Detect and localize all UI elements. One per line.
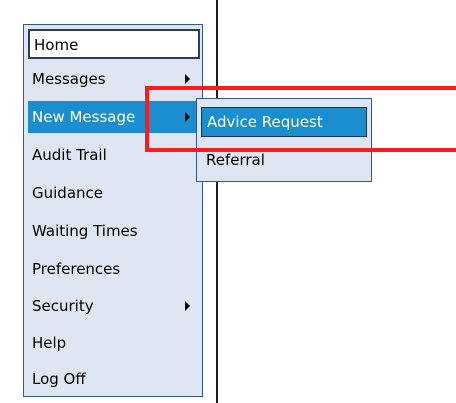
menu-item-security[interactable]: Security: [28, 290, 200, 322]
menu-item-label: Home: [34, 36, 79, 54]
submenu-item-label: Referral: [206, 151, 265, 169]
menu-item-preferences[interactable]: Preferences: [28, 253, 200, 285]
menu-item-waiting-times[interactable]: Waiting Times: [28, 215, 200, 247]
pane-divider: [216, 0, 218, 403]
submenu-arrow-icon: [185, 74, 190, 84]
submenu-arrow-icon: [185, 301, 190, 311]
menu-item-help[interactable]: Help: [28, 327, 200, 359]
menu-item-label: Preferences: [32, 260, 121, 278]
menu-item-label: Help: [32, 334, 67, 352]
highlight-annotation-box: [145, 86, 456, 152]
menu-item-label: Audit Trail: [32, 146, 107, 164]
menu-item-label: Guidance: [32, 184, 103, 202]
menu-item-log-off[interactable]: Log Off: [28, 363, 200, 395]
main-menu: Home Messages New Message Audit Trail Gu…: [23, 24, 203, 397]
menu-item-label: New Message: [32, 108, 136, 126]
menu-item-label: Security: [32, 297, 94, 315]
menu-item-guidance[interactable]: Guidance: [28, 177, 200, 209]
menu-item-label: Log Off: [32, 370, 86, 388]
menu-item-label: Messages: [32, 70, 106, 88]
menu-item-home[interactable]: Home: [28, 29, 200, 59]
menu-item-label: Waiting Times: [32, 222, 138, 240]
